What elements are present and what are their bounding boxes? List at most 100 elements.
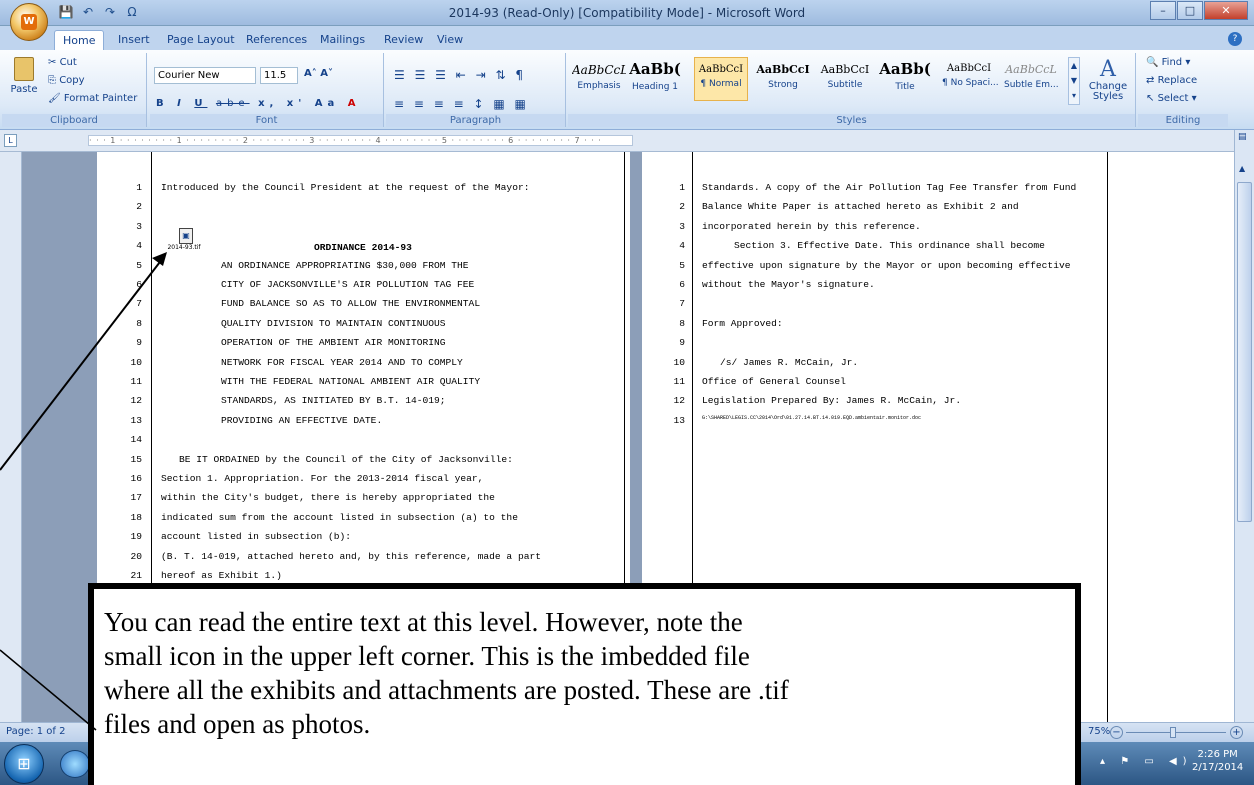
document-line[interactable]: /s/ James R. McCain, Jr. — [720, 357, 858, 368]
ruler-toggle-icon[interactable]: ▤ — [1238, 132, 1247, 142]
cut-button[interactable]: ✂ Cut — [48, 57, 77, 68]
change-case-button[interactable]: Aa — [315, 98, 340, 109]
document-line[interactable]: hereof as Exhibit 1.) — [161, 570, 282, 581]
document-line[interactable]: effective upon signature by the Mayor or… — [702, 260, 1070, 271]
document-line[interactable]: without the Mayor's signature. — [702, 279, 875, 290]
document-line[interactable]: G:\SHARED\LEGIS.CC\2014\Ord\01.27.14.BT.… — [702, 415, 921, 421]
document-line[interactable]: AN ORDINANCE APPROPRIATING $30,000 FROM … — [221, 260, 469, 271]
document-line[interactable]: PROVIDING AN EFFECTIVE DATE. — [221, 415, 382, 426]
document-line[interactable]: QUALITY DIVISION TO MAINTAIN CONTINUOUS — [221, 318, 446, 329]
right-border-rule — [1107, 152, 1108, 722]
scroll-thumb[interactable] — [1237, 182, 1252, 522]
font-size-box[interactable]: 11.5 — [260, 67, 298, 84]
tab-mailings[interactable]: Mailings — [320, 33, 365, 46]
document-line[interactable]: BE IT ORDAINED by the Council of the Cit… — [179, 454, 513, 465]
document-line[interactable]: Section 3. Effective Date. This ordinanc… — [734, 240, 1045, 251]
style-emphasis[interactable]: AaBbCcL Emphasis — [572, 57, 626, 101]
document-line[interactable]: STANDARDS, AS INITIATED BY B.T. 14-019; — [221, 395, 446, 406]
document-line[interactable]: within the City's budget, there is hereb… — [161, 492, 495, 503]
grow-font-icon[interactable]: A˄ A˅ — [304, 68, 333, 79]
paste-button[interactable]: Paste — [8, 57, 40, 101]
zoom-in-button[interactable]: + — [1230, 726, 1243, 739]
replace-button[interactable]: ⇄ Replace — [1146, 75, 1197, 86]
document-line[interactable]: (B. T. 14-019, attached hereto and, by t… — [161, 551, 541, 562]
help-icon[interactable]: ? — [1228, 32, 1242, 46]
font-name-box[interactable]: Courier New — [154, 67, 256, 84]
list-buttons[interactable]: ☰ ☰ ☰ ⇤ ⇥ ⇅ ¶ — [394, 68, 526, 82]
clock[interactable]: 2:26 PM 2/17/2014 — [1192, 748, 1243, 774]
document-line[interactable]: Office of General Counsel — [702, 376, 846, 387]
zoom-slider[interactable] — [1126, 732, 1226, 733]
document-line[interactable]: OPERATION OF THE AMBIENT AIR MONITORING — [221, 337, 446, 348]
close-button[interactable]: ✕ — [1204, 1, 1248, 20]
embedded-file[interactable]: ▣ 2014-93.tif — [166, 228, 206, 251]
zoom-out-button[interactable]: − — [1110, 726, 1123, 739]
copy-button[interactable]: ⎘ Copy — [48, 75, 85, 86]
tray-icons[interactable]: ▴ ⚑ ▭ ◀) — [1100, 756, 1193, 767]
line-number: 8 — [679, 317, 685, 329]
document-line[interactable]: incorporated herein by this reference. — [702, 221, 921, 232]
document-line[interactable]: NETWORK FOR FISCAL YEAR 2014 AND TO COMP… — [221, 357, 463, 368]
document-line[interactable]: Introduced by the Council President at t… — [161, 182, 529, 193]
align-buttons[interactable]: ≡ ≡ ≡ ≡ ↕ ▦ ▦ — [394, 97, 529, 111]
tab-insert[interactable]: Insert — [118, 33, 150, 46]
document-line[interactable]: WITH THE FEDERAL NATIONAL AMBIENT AIR QU… — [221, 376, 480, 387]
scissors-icon: ✂ — [48, 57, 60, 68]
vertical-scrollbar[interactable]: ▤ ▲ — [1234, 130, 1254, 722]
style-normal[interactable]: AaBbCcI ¶ Normal — [694, 57, 748, 101]
scroll-up-arrow[interactable]: ▲ — [1239, 164, 1245, 173]
annotation-line: You can read the entire text at this lev… — [104, 607, 743, 637]
editing-group-label: Editing — [1138, 114, 1228, 127]
document-line[interactable]: Legislation Prepared By: James R. McCain… — [702, 395, 961, 406]
vertical-ruler — [0, 152, 22, 722]
styles-scroll-button[interactable]: ▲ ▼ ▾ — [1068, 57, 1080, 105]
line-number: 20 — [130, 550, 142, 562]
office-logo-icon: W — [21, 14, 37, 30]
find-button[interactable]: 🔍 Find ▾ — [1146, 57, 1190, 68]
page-count[interactable]: Page: 1 of 2 — [6, 726, 65, 737]
font-format-buttons[interactable]: B I U abe x, x' Aa A — [156, 98, 361, 109]
style-no-spacing[interactable]: AaBbCcI ¶ No Spaci... — [942, 57, 999, 101]
superscript-button[interactable]: x' — [287, 98, 307, 109]
italic-button[interactable]: I — [177, 98, 186, 109]
zoom-level[interactable]: 75% — [1088, 726, 1110, 737]
document-line[interactable]: indicated sum from the account listed in… — [161, 512, 518, 523]
tab-references[interactable]: References — [246, 33, 307, 46]
document-line[interactable]: Standards. A copy of the Air Pollution T… — [702, 182, 1076, 193]
binoculars-icon: 🔍 — [1146, 57, 1162, 68]
line-number: 4 — [136, 240, 142, 252]
style-heading-1[interactable]: AaBb(Heading 1 — [628, 57, 682, 101]
tab-view[interactable]: View — [437, 33, 463, 46]
document-line[interactable]: CITY OF JACKSONVILLE'S AIR POLLUTION TAG… — [221, 279, 474, 290]
format-painter-button[interactable]: 🖌 Format Painter — [48, 93, 137, 104]
subscript-button[interactable]: x, — [258, 98, 278, 109]
style-subtle-emphasis[interactable]: AaBbCcL Subtle Em... — [1004, 57, 1059, 101]
horizontal-ruler[interactable]: L · · · 1 · · · · · · · · 1 · · · · · · … — [0, 130, 1254, 152]
tab-page-layout[interactable]: Page Layout — [167, 33, 235, 46]
minimize-button[interactable]: – — [1150, 1, 1176, 20]
style-subtitle[interactable]: AaBbCcI Subtitle — [818, 57, 872, 101]
bold-button[interactable]: B — [156, 98, 169, 109]
document-line[interactable]: FUND BALANCE SO AS TO ALLOW THE ENVIRONM… — [221, 298, 480, 309]
tab-selector-icon[interactable]: L — [4, 134, 17, 147]
zoom-slider-thumb[interactable] — [1170, 727, 1176, 738]
style-title[interactable]: AaBb(Title — [878, 57, 932, 101]
maximize-button[interactable]: □ — [1177, 1, 1203, 20]
line-number: 1 — [136, 182, 142, 193]
style-strong[interactable]: AaBbCcI Strong — [756, 57, 810, 101]
start-button[interactable]: ⊞ — [4, 744, 44, 784]
document-line[interactable]: Form Approved: — [702, 318, 783, 329]
tab-home[interactable]: Home — [54, 30, 105, 50]
tab-review[interactable]: Review — [384, 33, 423, 46]
underline-button[interactable]: U — [194, 98, 207, 109]
document-line[interactable]: Balance White Paper is attached hereto a… — [702, 201, 1019, 212]
strikethrough-button[interactable]: abe — [216, 98, 250, 109]
document-line[interactable]: account listed in subsection (b): — [161, 531, 351, 542]
font-color-button[interactable]: A — [348, 98, 361, 109]
change-styles-button[interactable]: A Change Styles — [1086, 57, 1130, 102]
select-button[interactable]: ↖ Select ▾ — [1146, 93, 1197, 104]
format-painter-label: Format Painter — [63, 93, 138, 104]
document-line[interactable]: Section 1. Appropriation. For the 2013-2… — [161, 473, 483, 484]
ie-icon[interactable] — [60, 750, 90, 778]
office-button[interactable]: W — [10, 3, 48, 41]
